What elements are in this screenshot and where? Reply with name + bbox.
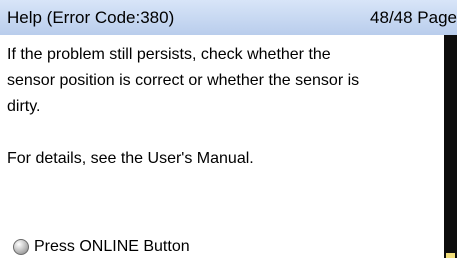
help-scrollbar[interactable]	[444, 35, 457, 258]
help-title: Help (Error Code:380)	[7, 8, 175, 27]
scroll-thumb[interactable]	[446, 253, 455, 258]
help-screen: Help (Error Code:380) 48/48 Page If the …	[0, 0, 457, 258]
help-message: If the problem still persists, check whe…	[7, 46, 360, 167]
online-button-label: Press ONLINE Button	[34, 238, 190, 255]
online-button[interactable]: Press ONLINE Button	[13, 236, 190, 258]
help-header: Help (Error Code:380) 48/48 Page	[0, 0, 457, 35]
help-content: If the problem still persists, check whe…	[0, 35, 444, 258]
online-indicator-icon	[13, 239, 29, 255]
page-indicator: 48/48 Page	[370, 8, 457, 27]
